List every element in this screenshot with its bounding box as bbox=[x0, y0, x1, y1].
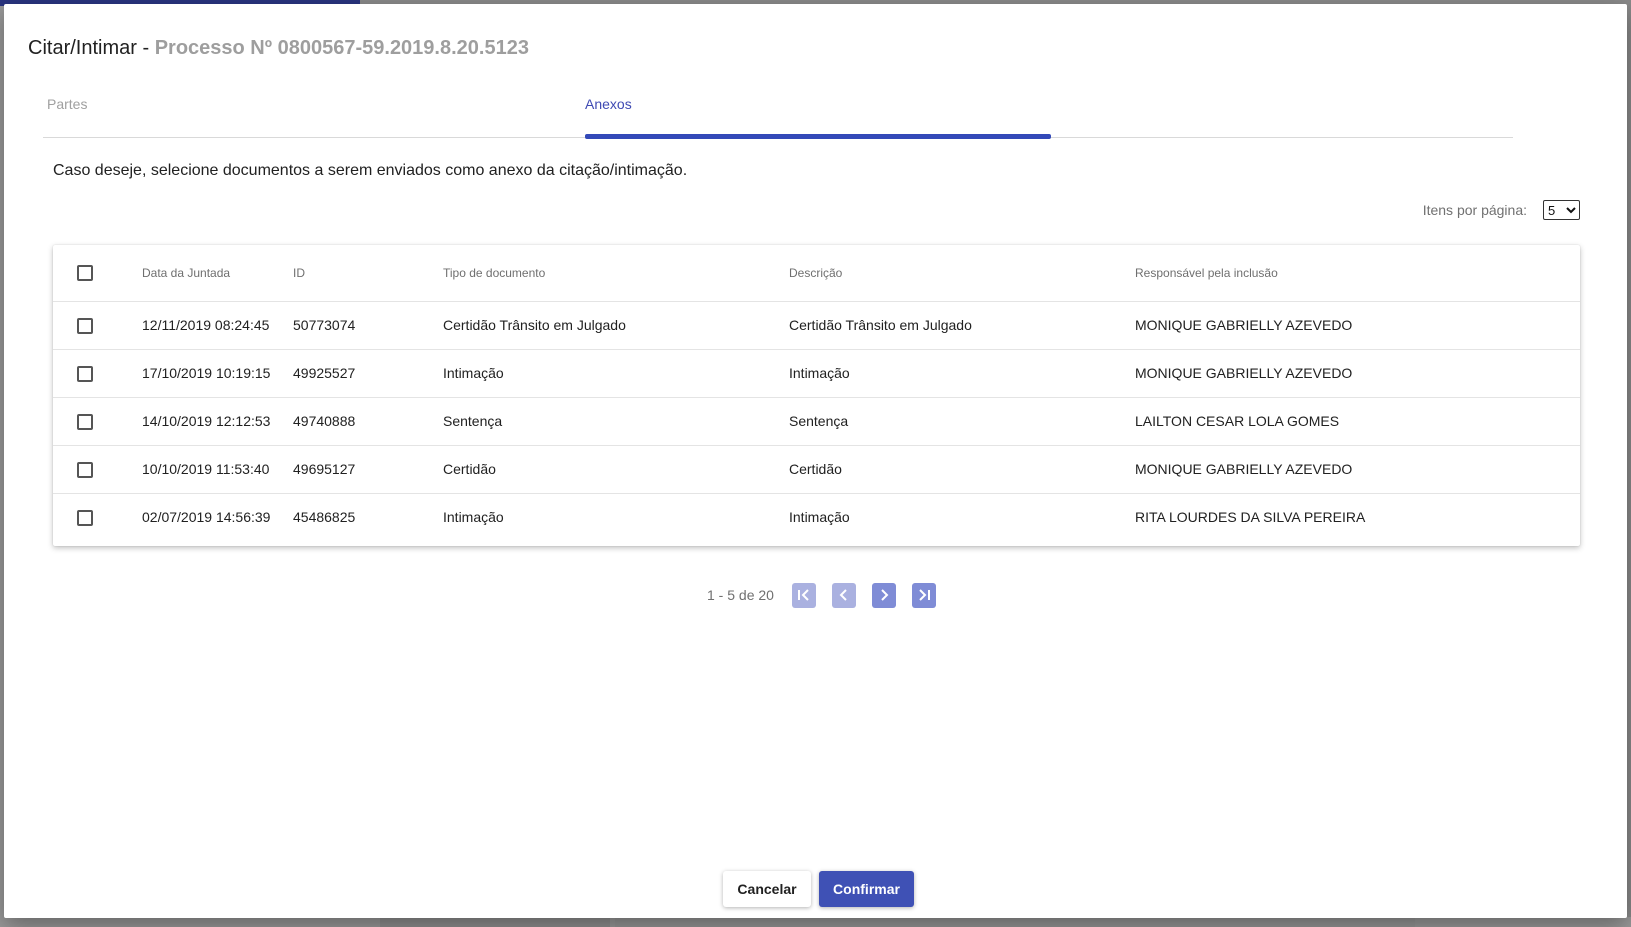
documents-table: Data da Juntada ID Tipo de documento Des… bbox=[53, 245, 1580, 541]
citar-intimar-dialog: Citar/Intimar - Processo Nº 0800567-59.2… bbox=[4, 4, 1627, 918]
cell-responsavel: LAILTON CESAR LOLA GOMES bbox=[1135, 397, 1580, 446]
row-checkbox[interactable] bbox=[77, 413, 93, 430]
row-checkbox[interactable] bbox=[77, 461, 93, 478]
dialog-title: Citar/Intimar - Processo Nº 0800567-59.2… bbox=[28, 34, 529, 62]
next-page-icon bbox=[881, 589, 889, 601]
table-row[interactable]: 17/10/2019 10:19:15 49925527 Intimação I… bbox=[53, 349, 1580, 398]
cell-responsavel: MONIQUE GABRIELLY AZEVEDO bbox=[1135, 349, 1580, 398]
cell-id: 49695127 bbox=[293, 445, 443, 494]
cancel-button[interactable]: Cancelar bbox=[723, 871, 811, 907]
cell-tipo: Certidão Trânsito em Julgado bbox=[443, 301, 789, 350]
row-checkbox[interactable] bbox=[77, 317, 93, 334]
select-all-checkbox[interactable] bbox=[77, 264, 93, 281]
row-select-cell bbox=[53, 445, 142, 494]
cell-responsavel: RITA LOURDES DA SILVA PEREIRA bbox=[1135, 509, 1366, 526]
cell-tipo: Intimação bbox=[443, 349, 789, 398]
cell-id: 45486825 bbox=[293, 509, 356, 526]
pagination-range: 1 - 5 de 20 bbox=[707, 587, 774, 603]
first-page-button[interactable] bbox=[791, 582, 816, 608]
first-page-icon bbox=[797, 589, 809, 601]
header-descricao[interactable]: Descrição bbox=[789, 245, 1135, 302]
cell-descricao: Certidão bbox=[789, 445, 1135, 494]
documents-table-card: Data da Juntada ID Tipo de documento Des… bbox=[53, 245, 1580, 546]
table-row[interactable]: 02/07/2019 14:56:39 45486825 Intimação I… bbox=[53, 493, 1580, 541]
pagination: 1 - 5 de 20 bbox=[707, 582, 952, 608]
background-bottom-panel-2 bbox=[615, 917, 1415, 927]
table-header-row: Data da Juntada ID Tipo de documento Des… bbox=[53, 245, 1580, 302]
background-bottom-panel bbox=[380, 917, 610, 927]
last-page-button[interactable] bbox=[911, 582, 936, 608]
confirm-button[interactable]: Confirmar bbox=[819, 871, 914, 907]
prev-page-button[interactable] bbox=[831, 582, 856, 608]
row-checkbox[interactable] bbox=[77, 365, 93, 382]
cell-tipo: Intimação bbox=[443, 509, 504, 526]
header-date[interactable]: Data da Juntada bbox=[142, 245, 293, 302]
table-row[interactable]: 10/10/2019 11:53:40 49695127 Certidão Ce… bbox=[53, 445, 1580, 494]
tab-partes[interactable]: Partes bbox=[47, 90, 517, 138]
items-per-page: Itens por página: 5 bbox=[1423, 200, 1580, 220]
cell-descricao: Intimação bbox=[789, 349, 1135, 398]
prev-page-icon bbox=[839, 589, 847, 601]
cell-tipo: Sentença bbox=[443, 397, 789, 446]
tab-active-indicator bbox=[585, 134, 1051, 139]
cell-id: 49740888 bbox=[293, 397, 443, 446]
cell-responsavel: MONIQUE GABRIELLY AZEVEDO bbox=[1135, 445, 1580, 494]
tab-anexos[interactable]: Anexos bbox=[585, 90, 1051, 138]
cell-id: 49925527 bbox=[293, 349, 443, 398]
table-row[interactable]: 14/10/2019 12:12:53 49740888 Sentença Se… bbox=[53, 397, 1580, 446]
cell-tipo: Certidão bbox=[443, 445, 789, 494]
cell-date: 17/10/2019 10:19:15 bbox=[142, 349, 293, 398]
row-select-cell bbox=[53, 493, 142, 541]
items-per-page-label: Itens por página: bbox=[1422, 202, 1527, 218]
cell-descricao: Intimação bbox=[789, 509, 850, 526]
last-page-icon bbox=[919, 589, 930, 601]
cell-descricao: Sentença bbox=[789, 397, 1135, 446]
dialog-actions: Cancelar Confirmar bbox=[723, 871, 914, 907]
cell-date: 12/11/2019 08:24:45 bbox=[142, 301, 293, 350]
row-select-cell bbox=[53, 301, 142, 350]
cell-descricao: Certidão Trânsito em Julgado bbox=[789, 301, 1135, 350]
header-id[interactable]: ID bbox=[293, 245, 443, 302]
intro-text: Caso deseje, selecione documentos a sere… bbox=[53, 162, 688, 179]
cell-date: 10/10/2019 11:53:40 bbox=[142, 445, 293, 494]
cell-id: 50773074 bbox=[293, 301, 443, 350]
next-page-button[interactable] bbox=[871, 582, 896, 608]
header-responsavel[interactable]: Responsável pela inclusão bbox=[1135, 245, 1580, 302]
header-select-cell bbox=[53, 245, 142, 302]
process-number: Processo Nº 0800567-59.2019.8.20.5123 bbox=[154, 37, 529, 59]
header-tipo[interactable]: Tipo de documento bbox=[443, 245, 789, 302]
dialog-title-separator: - bbox=[142, 37, 150, 59]
cell-date: 02/07/2019 14:56:39 bbox=[142, 509, 271, 526]
cell-date: 14/10/2019 12:12:53 bbox=[142, 397, 293, 446]
items-per-page-select[interactable]: 5 bbox=[1543, 200, 1580, 220]
row-select-cell bbox=[53, 397, 142, 446]
cell-responsavel: MONIQUE GABRIELLY AZEVEDO bbox=[1135, 301, 1580, 350]
table-row[interactable]: 12/11/2019 08:24:45 50773074 Certidão Tr… bbox=[53, 301, 1580, 350]
row-select-cell bbox=[53, 349, 142, 398]
dialog-title-main: Citar/Intimar bbox=[28, 37, 137, 59]
tab-bar: Partes Anexos bbox=[43, 90, 1513, 139]
row-checkbox[interactable] bbox=[77, 509, 93, 526]
